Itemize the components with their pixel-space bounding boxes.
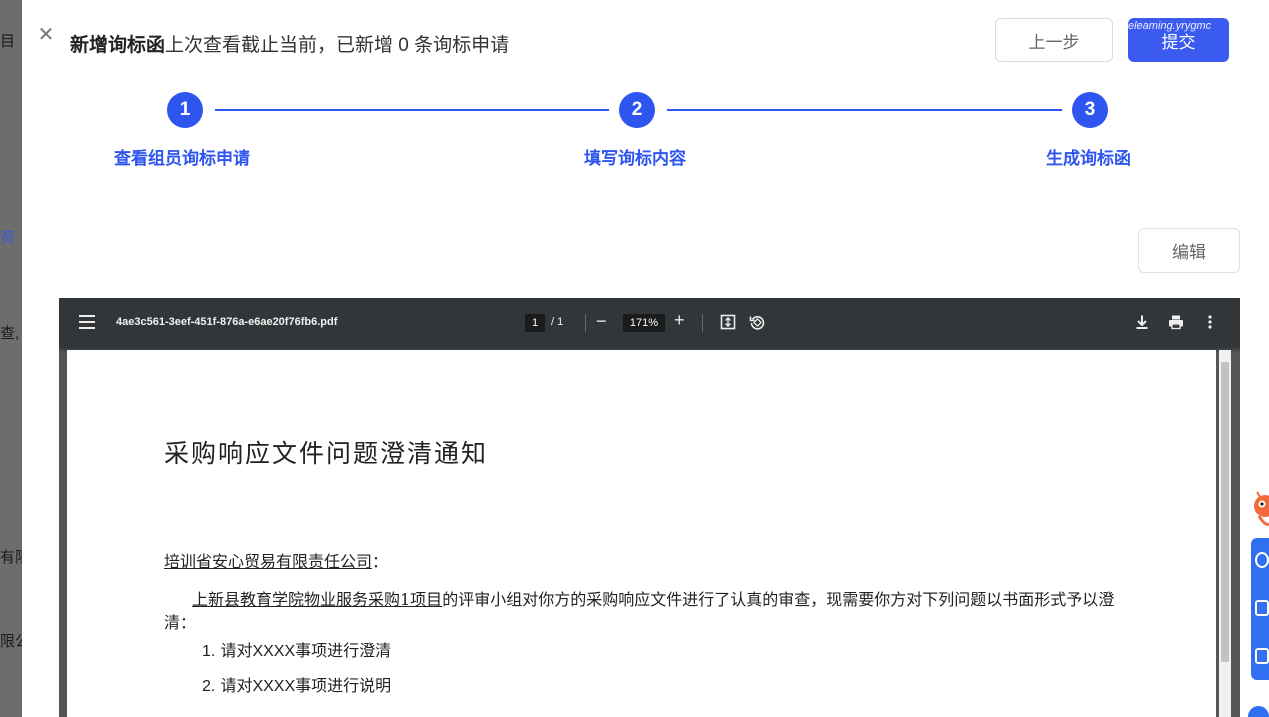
zoom-level-input[interactable]: 171% [623,314,665,332]
step-1-indicator: 1 [167,92,203,128]
step-2-indicator: 2 [619,92,655,128]
background-fragment: 查, [0,325,20,342]
menu-icon[interactable] [79,315,95,329]
page-title-main: 新增询标函 [70,35,166,56]
rotate-icon[interactable] [748,313,766,331]
step-3-label: 生成询标函 [1046,149,1131,168]
headset-icon[interactable] [1255,552,1269,568]
background-fragment: 资 [0,229,16,246]
recipient-suffix: ： [372,552,389,571]
step-1-label: 查看组员询标申请 [114,149,250,168]
pdf-scrollbar[interactable] [1219,350,1231,717]
pdf-viewer: 4ae3c561-3eef-451f-876a-e6ae20f76fb6.pdf… [59,298,1240,717]
download-icon[interactable] [1133,313,1151,331]
more-icon[interactable] [1201,313,1219,331]
page-title-status: 上次查看截止当前，已新增 0 条询标申请 [165,35,510,56]
step-connector [667,109,1062,111]
document-body: 上新县教育学院物业服务采购1项目的评审小组对你方的采购响应文件进行了认真的审查，… [164,588,1144,634]
document-recipient: 培训省安心贸易有限责任公司： [164,548,388,572]
step-connector [215,109,609,111]
watermark: eleaming.yrygmc [1128,20,1212,32]
pdf-page: 采购响应文件问题澄清通知 培训省安心贸易有限责任公司： 上新县教育学院物业服务采… [67,350,1216,717]
background-fragment: 目 [0,33,16,50]
pdf-toolbar: 4ae3c561-3eef-451f-876a-e6ae20f76fb6.pdf… [59,298,1240,348]
step-3-indicator: 3 [1072,92,1108,128]
page-title: 新增询标函上次查看截止当前，已新增 0 条询标申请 [70,30,509,57]
page-number-input[interactable]: 1 [525,314,545,332]
project-name: 上新县教育学院物业服务采购1项目 [192,590,443,609]
floating-toolbar [1251,538,1269,680]
list-item: 2. 请对XXXX事项进行说明 [202,676,392,695]
zoom-out-button[interactable]: − [596,311,607,332]
inquiry-letter-panel: ✕ 新增询标函上次查看截止当前，已新增 0 条询标申请 上一步 提交 eleam… [22,0,1269,717]
step-2-label: 填写询标内容 [584,149,686,168]
document-icon[interactable] [1255,600,1269,616]
document-title: 采购响应文件问题澄清通知 [164,439,489,468]
close-button[interactable]: ✕ [34,22,58,46]
background-page: 目 资 查, 有限 限公 [0,0,22,717]
toolbar-divider [702,314,703,332]
fit-page-icon[interactable] [719,313,737,331]
assistant-mascot-icon[interactable] [1251,486,1269,532]
scrollbar-thumb[interactable] [1221,362,1229,662]
list-item: 1. 请对XXXX事项进行澄清 [202,641,392,660]
print-icon[interactable] [1167,313,1185,331]
background-fragment: 限公 [0,633,22,650]
pdf-filename: 4ae3c561-3eef-451f-876a-e6ae20f76fb6.pdf [116,316,338,328]
recipient-name: 培训省安心贸易有限责任公司 [164,552,373,571]
background-fragment: 有限 [0,549,22,566]
previous-step-button[interactable]: 上一步 [995,18,1113,62]
qrcode-icon[interactable] [1255,648,1269,664]
toolbar-divider [585,314,586,332]
close-icon: ✕ [37,23,55,46]
page-total: / 1 [551,316,564,328]
zoom-in-button[interactable]: + [674,310,685,331]
edit-button[interactable]: 编辑 [1138,228,1240,273]
